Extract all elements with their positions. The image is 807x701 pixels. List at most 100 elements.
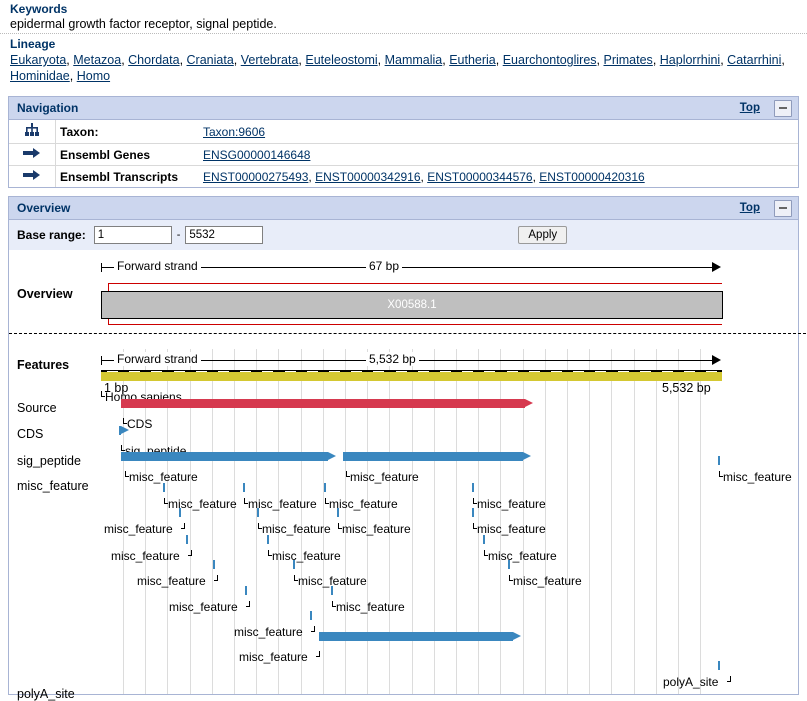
- nav-row-label: Ensembl Transcripts: [60, 169, 179, 184]
- overview-sequence-bar[interactable]: X00588.1: [101, 291, 723, 319]
- apply-button[interactable]: Apply: [518, 226, 568, 244]
- feature-bar-misc_feature-3[interactable]: [121, 452, 336, 461]
- keywords-heading: Keywords: [10, 2, 68, 16]
- nav-link-enst00000275493[interactable]: ENST00000275493: [203, 170, 308, 184]
- feature-tick-polya_site-24[interactable]: [718, 661, 720, 670]
- feature-tick-misc_feature-6[interactable]: [163, 483, 165, 492]
- navigation-panel-header: Navigation Top: [9, 97, 798, 120]
- overview-body: Base range: - Apply Overview Forward str…: [9, 220, 807, 701]
- feature-elbow: [101, 391, 105, 397]
- feature-elbow: [315, 651, 320, 657]
- feature-tick-misc_feature-10[interactable]: [179, 508, 181, 517]
- feature-label: misc_feature: [477, 497, 546, 511]
- feature-tick-misc_feature-17[interactable]: [213, 560, 215, 569]
- overview-strand-label: Forward strand: [114, 259, 201, 273]
- feature-tick-misc_feature-19[interactable]: [508, 560, 510, 569]
- feature-tick-misc_feature-12[interactable]: [337, 508, 339, 517]
- gridline: [567, 349, 568, 694]
- overview-title: Overview: [17, 201, 71, 215]
- feature-tick-misc_feature-13[interactable]: [472, 508, 474, 517]
- feature-bar-body: [121, 399, 525, 408]
- feature-elbow: [294, 575, 298, 581]
- arrow-right-icon: [9, 143, 56, 166]
- feature-label: misc_feature: [488, 549, 557, 563]
- lineage-link-metazoa[interactable]: Metazoa: [73, 53, 121, 67]
- base-range-end-input[interactable]: [185, 226, 264, 244]
- feature-tick-misc_feature-20[interactable]: [245, 586, 247, 595]
- gridline: [655, 349, 657, 694]
- feature-tick-misc_feature-9[interactable]: [472, 483, 474, 492]
- lineage-link-haplorrhini[interactable]: Haplorrhini: [660, 53, 720, 67]
- features-track: Features Forward strand 5,532 bp 1 bp 5,532…: [9, 349, 798, 701]
- feature-label: polyA_site: [663, 675, 719, 689]
- feature-label: misc_feature: [272, 549, 341, 563]
- feature-bar-source-0[interactable]: [101, 372, 722, 381]
- navigation-collapse-button[interactable]: [774, 99, 792, 117]
- feature-bar-misc_feature-4[interactable]: [343, 452, 531, 461]
- feature-bar-misc_feature-23[interactable]: [319, 632, 521, 641]
- lineage-link-hominidae[interactable]: Hominidae: [10, 69, 70, 83]
- nav-link-taxon:9606[interactable]: Taxon:9606: [203, 125, 265, 139]
- nav-row-label: Ensembl Genes: [55, 143, 199, 166]
- feature-label: misc_feature: [350, 470, 419, 484]
- feature-tick-misc_feature-8[interactable]: [324, 483, 326, 492]
- lineage-link-euteleostomi[interactable]: Euteleostomi: [305, 53, 377, 67]
- arrow-right-icon: [9, 165, 56, 187]
- features-end-bp: 5,532 bp: [662, 381, 711, 395]
- navigation-top-link[interactable]: Top: [740, 97, 774, 119]
- feature-label: misc_feature: [336, 600, 405, 614]
- lineage-link-vertebrata[interactable]: Vertebrata: [241, 53, 299, 67]
- feature-tick-misc_feature-21[interactable]: [331, 586, 333, 595]
- navigation-top-anchor[interactable]: Top: [740, 102, 760, 114]
- feature-tick-misc_feature-22[interactable]: [310, 611, 312, 620]
- base-range-start-input[interactable]: [93, 226, 172, 244]
- feature-elbow: [727, 676, 731, 682]
- feature-elbow: [332, 601, 336, 607]
- lineage-link-catarrhini[interactable]: Catarrhini: [727, 53, 781, 67]
- feature-elbow: [325, 498, 329, 504]
- feature-tick-misc_feature-11[interactable]: [257, 508, 259, 517]
- feature-tick-misc_feature-16[interactable]: [483, 535, 485, 544]
- feature-bar-sig_peptide-2[interactable]: [119, 426, 129, 435]
- nav-link-ensg00000146648[interactable]: ENSG00000146648: [203, 148, 310, 162]
- feature-elbow: [258, 523, 262, 529]
- gridline: [611, 349, 613, 694]
- lineage-link-mammalia[interactable]: Mammalia: [385, 53, 443, 67]
- feature-label: misc_feature: [342, 522, 411, 536]
- feature-tick-misc_feature-14[interactable]: [186, 535, 188, 544]
- nav-link-enst00000342916[interactable]: ENST00000342916: [315, 170, 420, 184]
- lineage-link-craniata[interactable]: Craniata: [187, 53, 234, 67]
- features-row-label-source: Source: [17, 401, 57, 415]
- lineage-link-homo[interactable]: Homo: [77, 69, 110, 83]
- lineage-link-eukaryota[interactable]: Eukaryota: [10, 53, 66, 67]
- feature-bar-body: [319, 632, 513, 641]
- feature-tick-misc_feature-7[interactable]: [243, 483, 245, 492]
- overview-top-anchor[interactable]: Top: [740, 202, 760, 214]
- nav-link-enst00000420316[interactable]: ENST00000420316: [539, 170, 644, 184]
- nav-link-enst00000344576[interactable]: ENST00000344576: [427, 170, 532, 184]
- overview-top-link[interactable]: Top: [740, 197, 774, 219]
- feature-label: misc_feature: [104, 522, 173, 536]
- lineage-link-chordata[interactable]: Chordata: [128, 53, 179, 67]
- feature-tick-misc_feature-5[interactable]: [718, 456, 720, 465]
- lineage-link-primates[interactable]: Primates: [603, 53, 652, 67]
- feature-elbow: [187, 550, 192, 556]
- feature-label: misc_feature: [329, 497, 398, 511]
- lineage-links: Eukaryota, Metazoa, Chordata, Craniata, …: [10, 53, 785, 83]
- nav-row-values: Taxon:9606: [199, 120, 798, 144]
- taxonomy-tree-icon: [9, 120, 56, 144]
- feature-elbow: [346, 471, 350, 477]
- overview-collapse-button[interactable]: [774, 199, 792, 217]
- lineage-link-euarchontoglires[interactable]: Euarchontoglires: [503, 53, 597, 67]
- nav-row-values: ENST00000275493, ENST00000342916, ENST00…: [203, 169, 645, 184]
- nav-row: Taxon: Taxon:9606: [9, 120, 798, 144]
- feature-elbow: [473, 523, 477, 529]
- feature-bar-cds-1[interactable]: [121, 399, 533, 408]
- lineage-link-eutheria[interactable]: Eutheria: [449, 53, 496, 67]
- feature-tick-misc_feature-15[interactable]: [267, 535, 269, 544]
- feature-label: misc_feature: [111, 549, 180, 563]
- navigation-title: Navigation: [17, 101, 79, 115]
- feature-tick-misc_feature-18[interactable]: [293, 560, 295, 569]
- feature-bar-body: [343, 452, 523, 461]
- feature-arrow-head-icon: [328, 452, 336, 460]
